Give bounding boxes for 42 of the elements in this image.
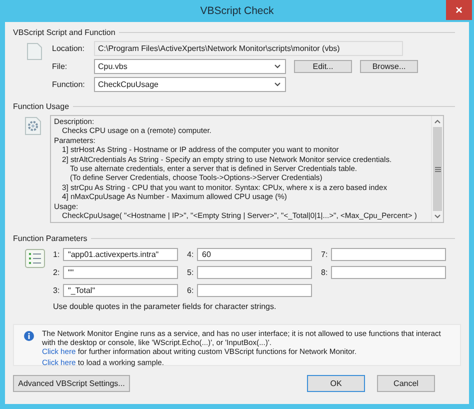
parameter-field[interactable]: "_Total" [63,284,178,297]
close-button[interactable]: × [446,0,472,20]
parameter-field[interactable] [197,266,312,279]
group-label: VBScript Script and Function [13,28,116,36]
parameter-field[interactable]: 60 [197,248,312,261]
field-label: File: [52,62,68,70]
parameter-label: 6: [187,286,195,295]
field-label: Function: [52,80,86,88]
dialog-button[interactable]: Browse... [360,60,418,72]
parameter-field[interactable]: "" [63,266,178,279]
dropdown[interactable]: CheckCpuUsage [94,76,286,92]
dialog-button[interactable]: Cancel [377,375,435,392]
document-icon [27,43,42,60]
parameter-label: 4: [187,250,195,259]
parameter-field[interactable] [331,248,446,261]
parameter-label: 8: [321,268,329,277]
info-icon [24,331,34,341]
hint-text: Use double quotes in the parameter fields for character strings. [53,302,278,311]
parameter-label: 2: [53,268,61,277]
dropdown[interactable]: Cpu.vbs [94,58,286,74]
parameter-label: 3: [53,286,61,295]
settings-button[interactable]: Advanced VBScript Settings... [13,375,130,392]
location-field: C:\Program Files\ActiveXperts\Network Monitor\scripts\monitor (vbs) [94,40,403,56]
parameter-label: 7: [321,250,329,259]
chevron-icon [274,64,281,68]
parameter-label: 1: [53,250,61,259]
scrollbar[interactable] [431,116,443,222]
parameter-field[interactable]: "app01.activexperts.intra" [63,248,178,261]
dialog-button[interactable]: OK [307,375,365,392]
dialog-button[interactable]: Edit... [294,60,352,72]
field-label: Location: [52,44,86,52]
usage-text-box[interactable] [50,115,444,223]
parameter-label: 5: [187,268,195,277]
parameter-field[interactable] [197,284,312,297]
gear-document-icon [25,117,41,135]
parameter-field[interactable] [331,266,446,279]
group-label: Function Usage [13,102,70,110]
group-label: Function Parameters [13,234,88,242]
scroll-thumb[interactable] [433,127,442,211]
list-icon [25,249,45,268]
window-title: VBScript Check [200,5,274,17]
chevron-icon [274,82,281,86]
